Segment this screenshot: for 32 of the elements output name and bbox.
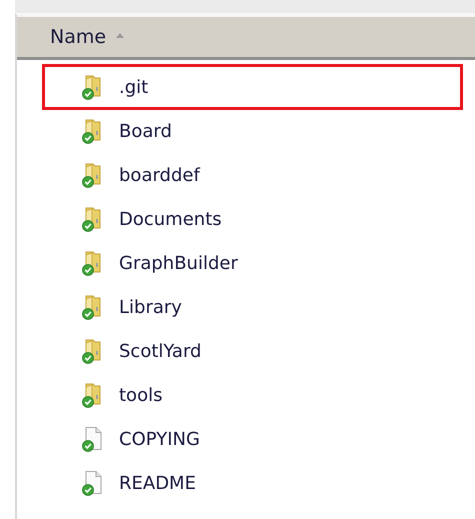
- folder-icon-with-check: [81, 250, 103, 276]
- file-name: COPYING: [119, 428, 200, 450]
- file-row[interactable]: boarddef: [42, 155, 422, 195]
- file-name: tools: [119, 384, 162, 406]
- folder-icon-with-check: [81, 162, 103, 188]
- file-row[interactable]: Documents: [42, 199, 422, 239]
- document-icon-with-check: [81, 426, 103, 452]
- folder-icon-with-check: [81, 294, 103, 320]
- folder-icon-with-check: [81, 382, 103, 408]
- file-row[interactable]: Library: [42, 287, 422, 327]
- file-name: README: [119, 472, 196, 494]
- file-name: ScotlYard: [119, 340, 202, 362]
- file-name: boarddef: [119, 164, 200, 186]
- folder-icon-with-check: [81, 206, 103, 232]
- file-row[interactable]: README: [42, 463, 422, 503]
- document-icon-with-check: [81, 470, 103, 496]
- folder-icon-with-check: [81, 74, 103, 100]
- file-row[interactable]: GraphBuilder: [42, 243, 422, 283]
- file-name: Board: [119, 120, 172, 142]
- file-row[interactable]: .git: [42, 64, 463, 110]
- file-row[interactable]: tools: [42, 375, 422, 415]
- column-header[interactable]: Name: [17, 15, 475, 60]
- file-name: Documents: [119, 208, 222, 230]
- file-name: Library: [119, 296, 182, 318]
- folder-icon-with-check: [81, 338, 103, 364]
- file-name: GraphBuilder: [119, 252, 238, 274]
- column-label: Name: [50, 26, 106, 48]
- file-row[interactable]: ScotlYard: [42, 331, 422, 371]
- file-name: .git: [119, 76, 148, 98]
- file-row[interactable]: COPYING: [42, 419, 422, 459]
- folder-icon-with-check: [81, 118, 103, 144]
- file-row[interactable]: Board: [42, 111, 422, 151]
